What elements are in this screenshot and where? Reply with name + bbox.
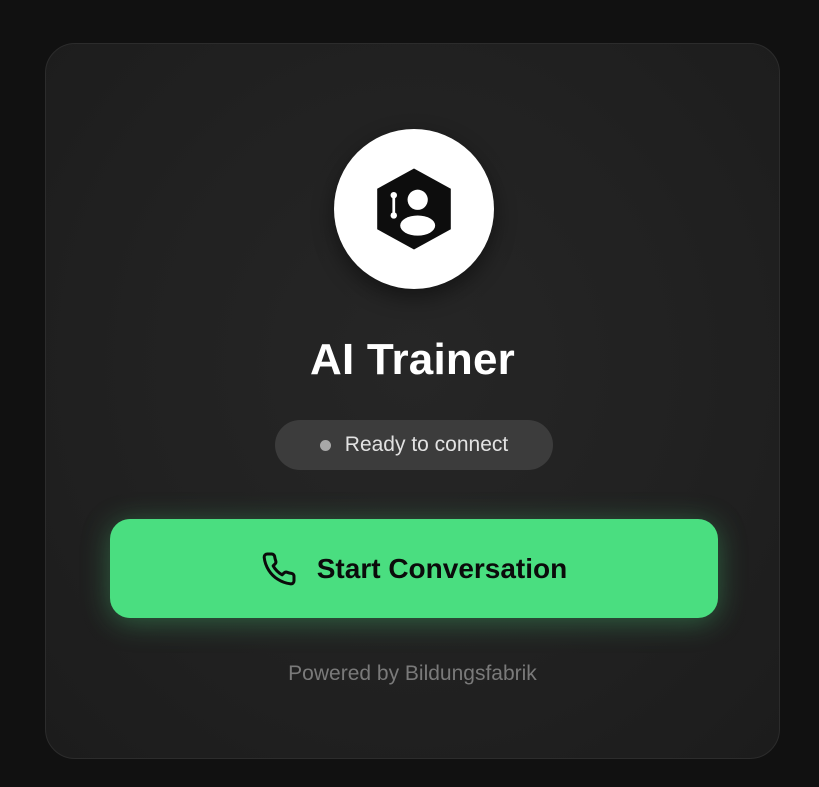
avatar bbox=[334, 129, 494, 289]
status-text: Ready to connect bbox=[344, 433, 509, 456]
hexagon-user-voice-icon bbox=[368, 163, 460, 255]
phone-icon bbox=[261, 551, 297, 587]
status-badge: Ready to connect bbox=[275, 420, 553, 470]
start-conversation-button[interactable]: Start Conversation bbox=[110, 519, 718, 618]
status-dot bbox=[319, 439, 331, 451]
page-title: AI Trainer bbox=[310, 335, 515, 384]
powered-by-footer: Powered by Bildungsfabrik bbox=[288, 662, 537, 685]
voice-widget-card: AI Trainer Ready to connect Start Conver… bbox=[45, 43, 780, 759]
start-button-label: Start Conversation bbox=[316, 552, 568, 584]
